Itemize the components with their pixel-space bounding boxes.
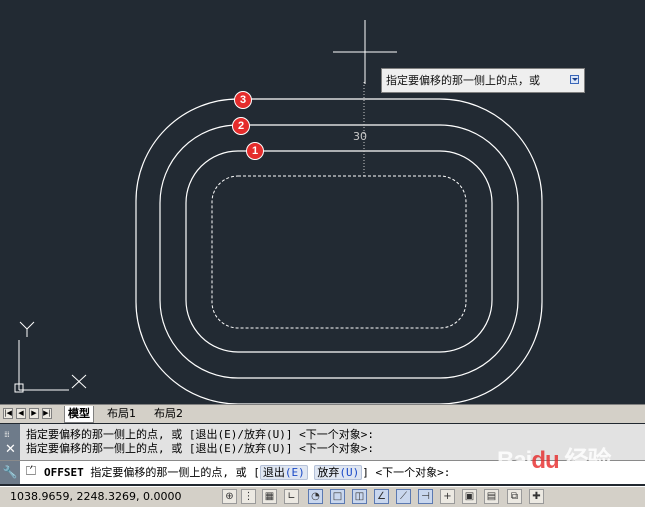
option-exit-label: 退出 <box>262 466 285 479</box>
grid-display-icon[interactable]: ▦ <box>262 489 277 504</box>
step-badge-2: 2 <box>232 117 250 135</box>
option-undo-label: 放弃 <box>317 466 340 479</box>
close-icon[interactable]: ✕ <box>5 442 16 457</box>
watermark-brand: Bai <box>497 447 532 474</box>
tab-model[interactable]: 模型 <box>64 406 94 423</box>
cursor-coordinates: 1038.9659, 2248.3269, 0.0000 <box>10 490 182 503</box>
drawing-canvas[interactable]: 30 3 2 1 指定要偏移的那一侧上的点，或 <box>0 0 645 404</box>
prev-tab-button[interactable]: ◀ <box>16 408 26 419</box>
transparency-icon[interactable]: ▣ <box>462 489 477 504</box>
lineweight-icon[interactable]: + <box>440 489 455 504</box>
snap-mode-icon[interactable]: ⋮ <box>241 489 256 504</box>
dynamic-ucs-icon[interactable]: ⟋ <box>396 489 411 504</box>
offset-rect-1[interactable] <box>185 150 493 353</box>
command-suffix: ] <下一个对象>: <box>362 466 451 479</box>
3d-object-snap-icon[interactable]: ◫ <box>352 489 367 504</box>
grip-dots-icon: ⁞⁞⁞ <box>4 430 10 439</box>
status-bar: 1038.9659, 2248.3269, 0.0000 ⊕ ⋮ ▦ ∟ ◔ □… <box>0 486 645 507</box>
next-tab-button[interactable]: ▶ <box>29 408 39 419</box>
tab-layout1[interactable]: 布局1 <box>104 406 139 422</box>
option-undo-key: (U) <box>339 466 360 479</box>
command-window-grip[interactable]: ⁞⁞⁞ ✕ <box>0 424 20 460</box>
drawing-svg[interactable] <box>0 0 645 404</box>
ucs-axis-icon <box>14 321 87 393</box>
dynamic-input-icon[interactable]: ⊣ <box>418 489 433 504</box>
watermark-paw: du <box>531 447 559 474</box>
selection-cycling-icon[interactable]: ⧉ <box>507 489 522 504</box>
option-undo[interactable]: 放弃(U) <box>314 465 363 480</box>
object-snap-icon[interactable]: □ <box>330 489 345 504</box>
annotation-monitor-icon[interactable]: ✚ <box>529 489 544 504</box>
baidu-watermark: Baidu 经验 <box>497 440 611 475</box>
offset-rect-3[interactable] <box>135 98 543 404</box>
command-keyword: OFFSET <box>44 466 84 479</box>
dropdown-arrow-icon[interactable] <box>570 75 579 84</box>
last-tab-button[interactable]: ▶| <box>42 408 52 419</box>
tab-layout2[interactable]: 布局2 <box>151 406 186 422</box>
dimension-value: 30 <box>353 130 367 143</box>
infer-constraints-icon[interactable]: ⊕ <box>222 489 237 504</box>
layout-tabs-bar: |◀ ◀ ▶ ▶| 模型 布局1 布局2 <box>0 404 645 423</box>
command-prompt-text: 指定要偏移的那一侧上的点, 或 [ <box>90 466 260 479</box>
dynamic-input-tooltip: 指定要偏移的那一侧上的点，或 <box>381 68 585 93</box>
command-line[interactable]: OFFSET 指定要偏移的那一侧上的点, 或 [退出(E) 放弃(U)] <下一… <box>44 461 450 484</box>
tooltip-text: 指定要偏移的那一侧上的点，或 <box>386 74 540 87</box>
offset-rect-2[interactable] <box>159 124 519 379</box>
command-prompt-icon: ⏍ <box>26 464 36 479</box>
option-exit[interactable]: 退出(E) <box>259 465 308 480</box>
polar-tracking-icon[interactable]: ◔ <box>308 489 323 504</box>
option-exit-key: (E) <box>284 466 305 479</box>
watermark-cn: 经验 <box>564 447 611 474</box>
selected-rounded-rect[interactable] <box>211 175 467 329</box>
quick-properties-icon[interactable]: ▤ <box>484 489 499 504</box>
customize-wrench-icon[interactable]: 🔧 <box>0 461 20 484</box>
ortho-mode-icon[interactable]: ∟ <box>284 489 299 504</box>
step-badge-3: 3 <box>234 91 252 109</box>
object-snap-tracking-icon[interactable]: ∠ <box>374 489 389 504</box>
first-tab-button[interactable]: |◀ <box>3 408 13 419</box>
step-badge-1: 1 <box>246 142 264 160</box>
